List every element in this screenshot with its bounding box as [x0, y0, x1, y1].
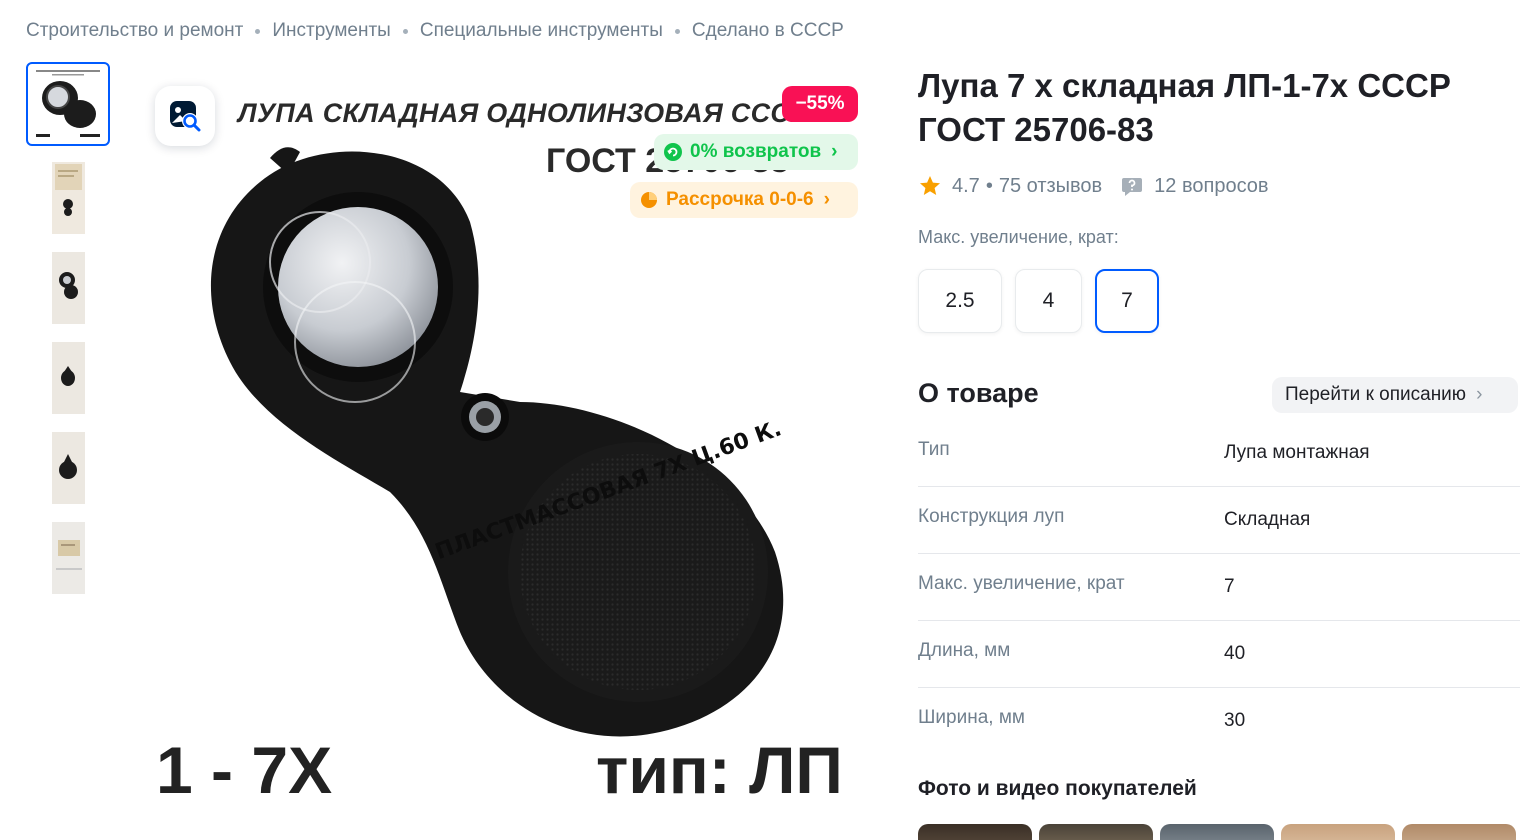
customer-photo[interactable]: [1281, 824, 1395, 840]
reviews-link[interactable]: 75 отзывов: [999, 175, 1102, 198]
customer-photo[interactable]: [1402, 824, 1516, 840]
image-type-text: тип: ЛП: [596, 733, 843, 807]
variant-option-selected[interactable]: 7: [1095, 269, 1159, 333]
spec-row: Конструкция луп Складная: [918, 487, 1520, 554]
spec-value: 7: [1224, 576, 1235, 597]
thumbnail-1[interactable]: [26, 62, 110, 146]
image-search-button[interactable]: [155, 86, 215, 146]
about-title: О товаре: [918, 378, 1039, 408]
thumbnail-image: [51, 432, 85, 504]
go-to-description-label: Перейти к описанию: [1285, 384, 1467, 405]
variant-selector: 2.5 4 7: [918, 269, 1172, 333]
questions-link[interactable]: 12 вопросов: [1154, 175, 1268, 198]
breadcrumb: Строительство и ремонт Инструменты Специ…: [26, 20, 844, 42]
spec-row: Тип Лупа монтажная: [918, 420, 1520, 487]
product-title: Лупа 7 х складная ЛП-1-7х СССР ГОСТ 2570…: [918, 67, 1451, 148]
breadcrumb-item[interactable]: Специальные инструменты: [420, 20, 663, 42]
customer-photos-strip: [918, 824, 1523, 840]
image-magnification-text: 1 - 7X: [156, 733, 333, 807]
thumbnail-image: [51, 162, 85, 234]
breadcrumb-item[interactable]: Инструменты: [272, 20, 390, 42]
breadcrumb-separator: [674, 28, 680, 34]
image-search-icon: [170, 101, 201, 132]
rating-separator: •: [985, 174, 993, 197]
thumbnail-image: [51, 252, 85, 324]
discount-badge: −55%: [782, 86, 858, 122]
thumbnail-2[interactable]: [26, 156, 110, 240]
magnifier-illustration: ПЛАСТМАССОВАЯ 7X Ц.60 К.: [210, 147, 785, 737]
spec-row: Длина, мм 40: [918, 621, 1520, 688]
spec-value: 40: [1224, 643, 1246, 664]
installment-badge[interactable]: Рассрочка 0-0-6 ›: [630, 182, 858, 218]
returns-badge[interactable]: 0% возвратов ›: [654, 134, 858, 170]
spec-value: Лупа монтажная: [1224, 442, 1370, 463]
chevron-right-icon: ›: [831, 141, 838, 162]
spec-name: Ширина, мм: [918, 707, 1025, 728]
rating-row: 4.7 • 75 отзывов 12 вопросов: [918, 174, 1269, 198]
thumbnail-4[interactable]: [26, 336, 110, 420]
spec-name: Макс. увеличение, крат: [918, 573, 1125, 594]
spec-name: Длина, мм: [918, 640, 1011, 661]
returns-label: 0% возвратов: [690, 141, 822, 162]
variant-option[interactable]: 4: [1015, 269, 1082, 333]
spec-value: 30: [1224, 710, 1246, 731]
returns-icon: [664, 143, 682, 161]
spec-name: Тип: [918, 439, 950, 460]
spec-row: Ширина, мм 30: [918, 688, 1520, 755]
spec-name: Конструкция луп: [918, 506, 1065, 527]
breadcrumb-separator: [402, 28, 408, 34]
chevron-right-icon: ›: [1476, 384, 1483, 405]
go-to-description-button[interactable]: Перейти к описанию ›: [1272, 377, 1518, 413]
variant-label: Макс. увеличение, крат:: [918, 227, 1119, 247]
thumbnail-5[interactable]: [26, 426, 110, 510]
breadcrumb-item[interactable]: Строительство и ремонт: [26, 20, 243, 42]
installment-label: Рассрочка 0-0-6: [666, 189, 814, 210]
star-icon: [920, 176, 940, 195]
question-icon: [1122, 178, 1143, 196]
chevron-right-icon: ›: [823, 189, 830, 210]
spec-value: Складная: [1224, 509, 1311, 530]
thumbnail-image: [51, 342, 85, 414]
rating-value[interactable]: 4.7: [952, 175, 980, 198]
customer-photos-title: Фото и видео покупателей: [918, 777, 1197, 800]
thumbnail-6[interactable]: [26, 516, 110, 600]
product-main-image[interactable]: ЛУПА СКЛАДНАЯ ОДНОЛИНЗОВАЯ СССР ГОСТ 257…: [140, 62, 870, 840]
customer-photo[interactable]: [1039, 824, 1153, 840]
variant-option[interactable]: 2.5: [918, 269, 1002, 333]
breadcrumb-separator: [255, 28, 261, 34]
installment-icon: [641, 192, 657, 208]
thumbnail-image: [51, 522, 85, 594]
spec-table: Тип Лупа монтажная Конструкция луп Склад…: [918, 420, 1520, 755]
customer-photo[interactable]: [918, 824, 1032, 840]
breadcrumb-item[interactable]: Сделано в СССР: [692, 20, 844, 42]
spec-row: Макс. увеличение, крат 7: [918, 554, 1520, 621]
thumbnail-image: [30, 66, 106, 142]
thumbnail-3[interactable]: [26, 246, 110, 330]
customer-photo[interactable]: [1160, 824, 1274, 840]
